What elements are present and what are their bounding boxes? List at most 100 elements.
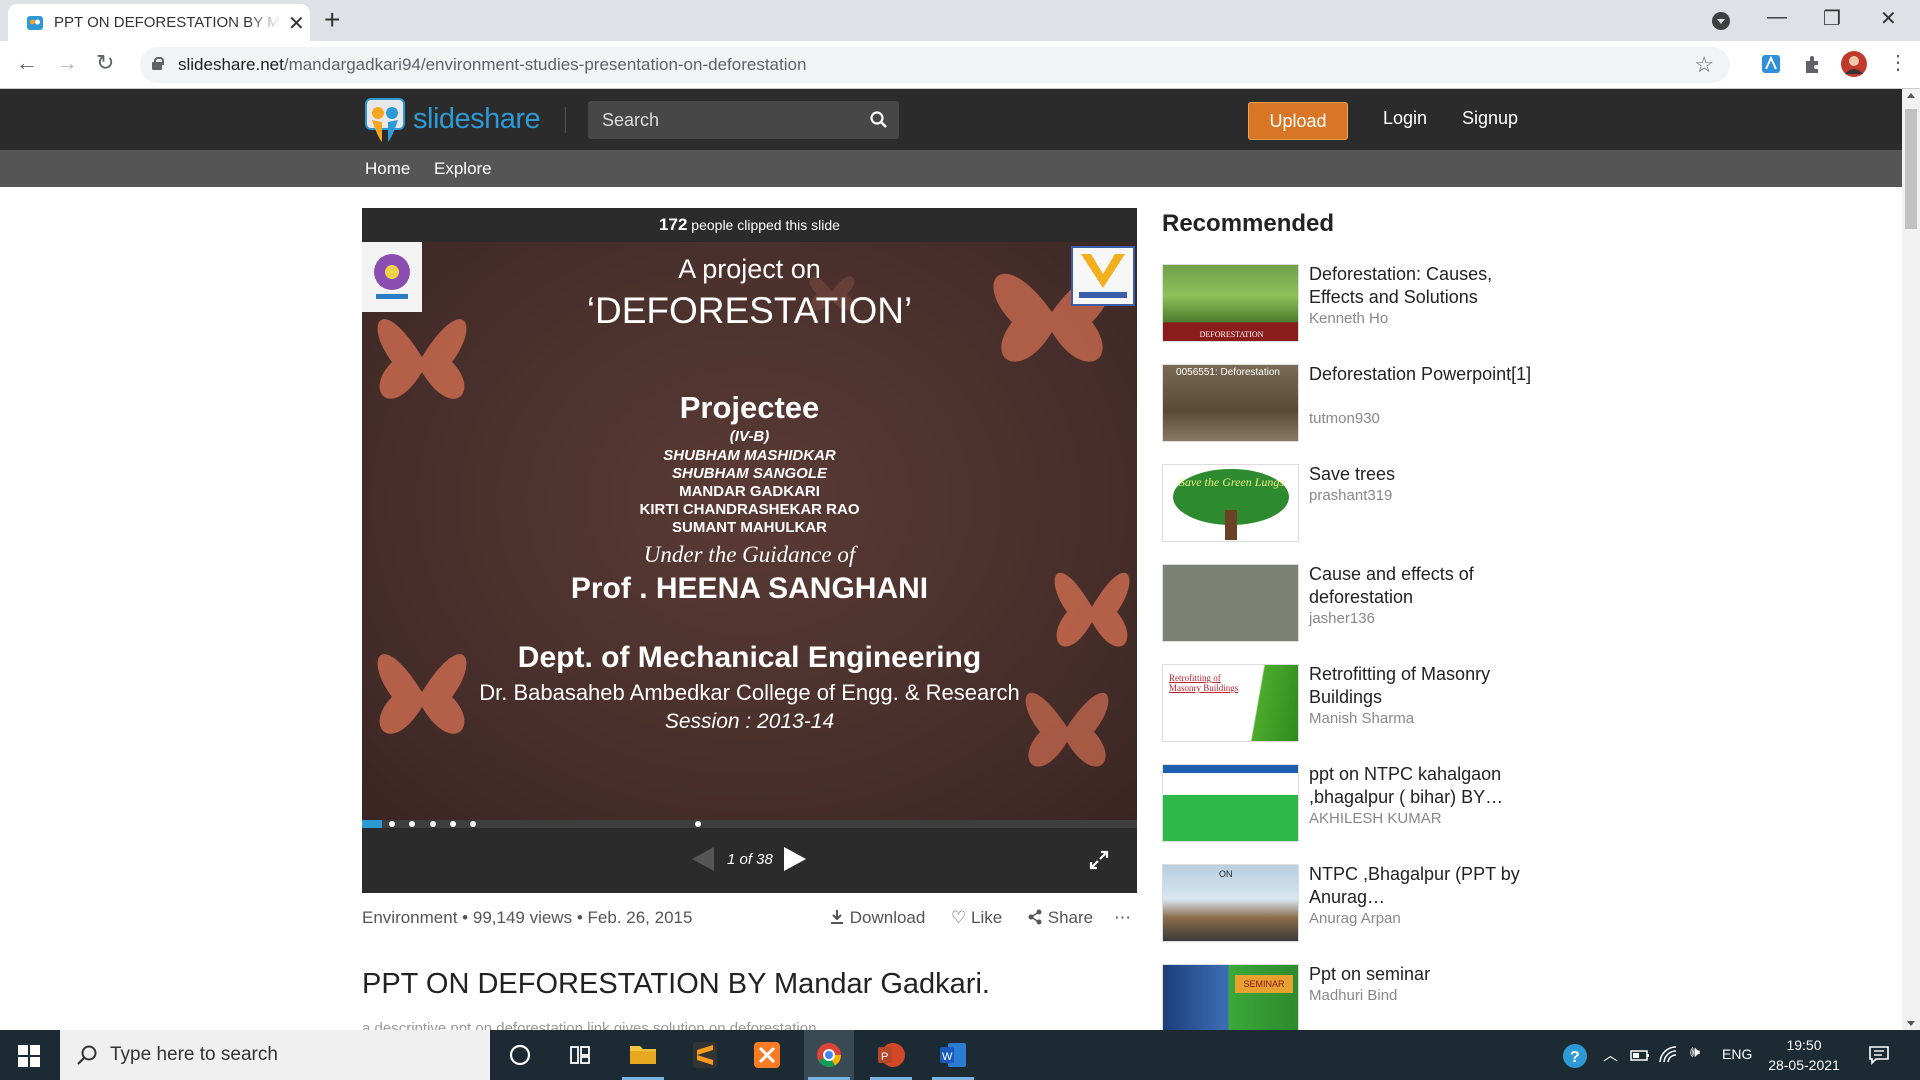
task-view-icon[interactable]	[555, 1030, 605, 1080]
window-close-icon[interactable]: ✕	[1880, 6, 1897, 31]
login-link[interactable]: Login	[1383, 108, 1427, 129]
url-text: slideshare.net/mandargadkari94/environme…	[178, 55, 807, 74]
browser-menu-icon[interactable]: ⋮	[1888, 50, 1908, 75]
recommended-author[interactable]: AKHILESH KUMAR	[1309, 810, 1442, 827]
category-link[interactable]: Environment	[362, 908, 457, 927]
scroll-up-icon[interactable]	[1907, 93, 1915, 98]
scrollbar-thumb[interactable]	[1905, 109, 1917, 229]
powerpoint-icon[interactable]: P	[866, 1030, 916, 1080]
recommended-thumbnail[interactable]	[1162, 564, 1299, 642]
restore-icon[interactable]: ❐	[1823, 6, 1841, 31]
previous-slide-button[interactable]	[692, 847, 714, 871]
recommended-title[interactable]: Deforestation Powerpoint[1]	[1309, 363, 1534, 386]
lock-icon[interactable]	[152, 57, 164, 70]
battery-icon[interactable]	[1630, 1047, 1650, 1063]
recommended-title[interactable]: Ppt on seminar	[1309, 963, 1534, 986]
progress-marker[interactable]	[695, 821, 701, 827]
site-subnav: Home Explore	[0, 150, 1902, 187]
progress-marker[interactable]	[430, 821, 436, 827]
slideshare-logo-icon[interactable]	[365, 98, 405, 144]
taskbar-search-input[interactable]: Type here to search	[60, 1030, 490, 1080]
recommended-author[interactable]: prashant319	[1309, 487, 1392, 504]
file-explorer-icon[interactable]	[618, 1030, 668, 1080]
more-options-icon[interactable]: ⋯	[1114, 908, 1131, 928]
recommended-author[interactable]: Madhuri Bind	[1309, 987, 1397, 1004]
recommended-item[interactable]: 0056551: Deforestation Deforestation Pow…	[1162, 364, 1542, 444]
recommended-title[interactable]: ppt on NTPC kahalgaon ,bhagalpur ( bihar…	[1309, 763, 1534, 809]
slideshare-logo-text[interactable]: slideshare	[413, 103, 541, 136]
slide-line-2: ‘DEFORESTATION’	[586, 290, 913, 331]
url-input[interactable]: slideshare.net/mandargadkari94/environme…	[140, 47, 1730, 83]
reload-icon[interactable]: ↻	[96, 50, 114, 76]
recommended-author[interactable]: Manish Sharma	[1309, 710, 1414, 727]
taskbar-clock[interactable]: 19:50 28-05-2021	[1764, 1035, 1844, 1075]
chrome-taskbar-icon[interactable]	[804, 1030, 854, 1080]
clip-count: 172	[659, 215, 688, 234]
recommended-item[interactable]: ON NTPC ,Bhagalpur (PPT by Anurag… Anura…	[1162, 864, 1542, 944]
progress-marker[interactable]	[450, 821, 456, 827]
recommended-thumbnail[interactable]: Save the Green Lungs	[1162, 464, 1299, 542]
recommended-title[interactable]: Deforestation: Causes, Effects and Solut…	[1309, 263, 1534, 309]
forward-icon[interactable]: →	[56, 50, 78, 76]
recommended-title[interactable]: NTPC ,Bhagalpur (PPT by Anurag…	[1309, 863, 1534, 909]
upload-button[interactable]: Upload	[1248, 102, 1348, 140]
recommended-author[interactable]: Kenneth Ho	[1309, 310, 1388, 327]
slide-member: SHUBHAM SANGOLE	[671, 465, 827, 482]
recommended-author[interactable]: Anurag Arpan	[1309, 910, 1401, 927]
progress-marker[interactable]	[389, 821, 395, 827]
tab-close-icon[interactable]: ✕	[288, 11, 305, 36]
recommended-author[interactable]: tutmon930	[1309, 410, 1380, 427]
wifi-icon[interactable]	[1658, 1045, 1678, 1063]
progress-marker[interactable]	[409, 821, 415, 827]
recommended-thumbnail[interactable]: 0056551: Deforestation	[1162, 364, 1299, 442]
input-language[interactable]: ENG	[1722, 1046, 1752, 1062]
recommended-item[interactable]: Retrofitting of Masonry Buildings Retrof…	[1162, 664, 1542, 744]
download-button[interactable]: Download	[829, 908, 925, 928]
profile-avatar[interactable]	[1840, 50, 1868, 78]
recommended-thumbnail[interactable]: DEFORESTATION	[1162, 264, 1299, 342]
search-icon[interactable]	[870, 111, 887, 128]
recommended-title[interactable]: Cause and effects of deforestation	[1309, 563, 1534, 609]
slide-image[interactable]: A project on ‘DEFORESTATION’ Projectee (…	[362, 242, 1137, 820]
fullscreen-icon[interactable]	[1089, 850, 1109, 870]
minimize-icon[interactable]: —	[1767, 6, 1787, 29]
recommended-item[interactable]: DEFORESTATION Deforestation: Causes, Eff…	[1162, 264, 1542, 344]
recommended-thumbnail[interactable]	[1162, 764, 1299, 842]
recommended-item[interactable]: Save the Green Lungs Save trees prashant…	[1162, 464, 1542, 544]
recommended-title[interactable]: Retrofitting of Masonry Buildings	[1309, 663, 1534, 709]
progress-marker[interactable]	[470, 821, 476, 827]
extension-icon[interactable]	[1760, 53, 1782, 75]
scroll-down-icon[interactable]	[1907, 1021, 1915, 1026]
extensions-puzzle-icon[interactable]	[1802, 53, 1824, 75]
signup-link[interactable]: Signup	[1462, 108, 1518, 129]
notifications-icon[interactable]	[1868, 1044, 1890, 1066]
share-button[interactable]: Share	[1027, 908, 1093, 928]
nav-home-link[interactable]: Home	[365, 159, 410, 179]
slide-player: 172 people clipped this slide A project …	[362, 208, 1137, 893]
bookmark-star-icon[interactable]: ☆	[1694, 52, 1714, 78]
recommended-item[interactable]: Cause and effects of deforestation jashe…	[1162, 564, 1542, 644]
recommended-thumbnail[interactable]: ON	[1162, 864, 1299, 942]
nav-explore-link[interactable]: Explore	[434, 159, 492, 179]
page-scrollbar[interactable]	[1902, 89, 1920, 1030]
windows-start-icon[interactable]	[18, 1045, 40, 1067]
site-search-input[interactable]: Search	[588, 101, 899, 139]
sublime-text-icon[interactable]	[680, 1030, 730, 1080]
word-icon[interactable]: W	[928, 1030, 978, 1080]
help-icon[interactable]: ?	[1562, 1043, 1588, 1069]
volume-icon[interactable]: 🕪	[1690, 1044, 1700, 1062]
recommended-thumbnail[interactable]: Retrofitting of Masonry Buildings	[1162, 664, 1299, 742]
recommended-title[interactable]: Save trees	[1309, 463, 1534, 486]
like-button[interactable]: ♡ Like	[951, 908, 1002, 928]
xampp-icon[interactable]	[742, 1030, 792, 1080]
new-tab-button[interactable]: +	[324, 4, 340, 36]
recommended-item[interactable]: ppt on NTPC kahalgaon ,bhagalpur ( bihar…	[1162, 764, 1542, 844]
browser-tab[interactable]: PPT ON DEFORESTATION BY Mandar Gadkari. …	[8, 4, 310, 41]
cortana-icon[interactable]	[495, 1030, 545, 1080]
slide-progress-bar[interactable]	[362, 820, 1137, 828]
next-slide-button[interactable]	[784, 847, 806, 871]
show-hidden-icons-icon[interactable]: ︿	[1603, 1044, 1618, 1065]
tab-search-icon[interactable]	[1712, 12, 1730, 30]
back-icon[interactable]: ←	[16, 50, 38, 76]
recommended-author[interactable]: jasher136	[1309, 610, 1375, 627]
